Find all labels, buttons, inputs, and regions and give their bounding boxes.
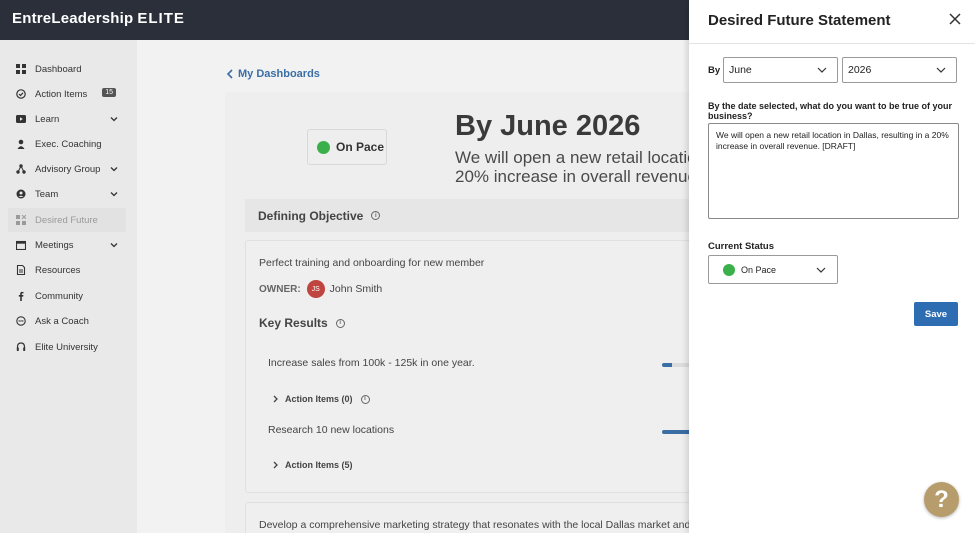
sidebar-item-label: Ask a Coach bbox=[35, 315, 89, 327]
key-results-header: Key Results i bbox=[259, 316, 345, 330]
chevron-down-icon[interactable] bbox=[110, 190, 118, 198]
sidebar-item-elite-university[interactable]: Elite University bbox=[8, 335, 126, 359]
action-items-label: Action Items (0) bbox=[285, 394, 353, 404]
section-title: Key Results bbox=[259, 316, 328, 330]
sidebar-item-label: Dashboard bbox=[35, 63, 82, 75]
chevron-down-icon[interactable] bbox=[110, 165, 118, 173]
sidebar-item-exec-coaching[interactable]: Exec. Coaching bbox=[8, 132, 126, 156]
sidebar-item-team[interactable]: Team bbox=[8, 182, 126, 206]
my-dashboards-link[interactable]: My Dashboards bbox=[226, 68, 320, 80]
sidebar-item-label: Action Items bbox=[35, 88, 88, 100]
status-dot-icon bbox=[317, 140, 330, 154]
info-icon[interactable]: i bbox=[360, 394, 370, 404]
owner-label: OWNER: bbox=[259, 283, 301, 295]
coaching-icon bbox=[16, 139, 26, 149]
group-icon bbox=[16, 164, 26, 174]
check-circle-icon bbox=[16, 89, 26, 99]
play-icon bbox=[16, 114, 26, 124]
sidebar-item-label: Elite University bbox=[35, 341, 98, 353]
info-icon[interactable]: i bbox=[371, 211, 381, 220]
chevron-left-icon bbox=[226, 69, 233, 79]
by-label: By bbox=[708, 65, 721, 76]
sidebar-item-meetings[interactable]: Meetings bbox=[8, 233, 126, 257]
current-status-label: Current Status bbox=[708, 241, 774, 252]
year-select[interactable]: 2026 bbox=[842, 57, 957, 83]
action-items-toggle[interactable]: Action Items (0) i bbox=[272, 394, 370, 404]
owner-name: John Smith bbox=[329, 283, 383, 295]
facebook-icon bbox=[16, 291, 26, 301]
team-icon bbox=[16, 189, 26, 199]
status-select[interactable]: On Pace bbox=[708, 255, 838, 284]
sidebar-item-label: Resources bbox=[35, 264, 81, 276]
chat-icon bbox=[16, 316, 26, 326]
logo-elite-text: ELITE bbox=[137, 10, 185, 27]
status-dot-icon bbox=[723, 263, 735, 276]
sidebar-item-resources[interactable]: Resources bbox=[8, 258, 126, 282]
sidebar-item-community[interactable]: Community bbox=[8, 284, 126, 308]
logo-main-text: EntreLeadership bbox=[12, 10, 134, 27]
sidebar-item-dashboard[interactable]: Dashboard bbox=[8, 57, 126, 81]
sidebar-item-label: Meetings bbox=[35, 239, 74, 251]
sidebar: Dashboard Action Items 15 Learn Exec. Co… bbox=[0, 40, 137, 533]
headset-icon bbox=[16, 342, 26, 352]
sidebar-item-ask-a-coach[interactable]: Ask a Coach bbox=[8, 309, 126, 333]
objective-text: Perfect training and onboarding for new … bbox=[259, 257, 485, 269]
action-items-toggle[interactable]: Action Items (5) bbox=[272, 460, 353, 470]
status-value: On Pace bbox=[741, 264, 777, 275]
count-badge: 15 bbox=[102, 88, 116, 97]
info-icon[interactable]: i bbox=[335, 318, 345, 328]
sidebar-item-advisory-group[interactable]: Advisory Group bbox=[8, 157, 126, 181]
avatar: JS bbox=[306, 280, 325, 298]
month-value: June bbox=[729, 64, 752, 76]
objective-text: Develop a comprehensive marketing strate… bbox=[259, 519, 722, 531]
close-icon[interactable] bbox=[949, 13, 961, 25]
sidebar-item-label: Learn bbox=[35, 113, 60, 125]
chevron-down-icon bbox=[816, 267, 826, 273]
document-icon bbox=[16, 265, 26, 275]
help-button[interactable]: ? bbox=[924, 482, 959, 517]
key-result-text: Increase sales from 100k - 125k in one y… bbox=[268, 357, 475, 369]
chevron-down-icon bbox=[817, 67, 827, 73]
status-label: On Pace bbox=[336, 140, 385, 154]
app-logo[interactable]: EntreLeadership ELITE bbox=[12, 10, 185, 27]
sidebar-item-label: Advisory Group bbox=[35, 163, 101, 175]
dashboard-icon bbox=[16, 64, 26, 74]
desired-future-statement-panel: Desired Future Statement By June 2026 By… bbox=[689, 0, 975, 533]
chevron-right-icon bbox=[273, 461, 278, 469]
sidebar-item-label: Community bbox=[35, 290, 84, 302]
sidebar-item-label: Team bbox=[35, 188, 59, 200]
month-select[interactable]: June bbox=[723, 57, 838, 83]
owner-row: OWNER: JS John Smith bbox=[259, 280, 382, 298]
panel-title: Desired Future Statement bbox=[708, 12, 891, 29]
sidebar-item-learn[interactable]: Learn bbox=[8, 107, 126, 131]
back-link-label: My Dashboards bbox=[238, 68, 320, 80]
sidebar-item-action-items[interactable]: Action Items 15 bbox=[8, 82, 126, 106]
sidebar-item-desired-future[interactable]: Desired Future bbox=[8, 208, 126, 232]
statement-question-label: By the date selected, what do you want t… bbox=[708, 101, 953, 121]
status-badge: On Pace bbox=[307, 129, 387, 165]
chevron-down-icon[interactable] bbox=[110, 115, 118, 123]
year-value: 2026 bbox=[848, 64, 872, 76]
page-title: By June 2026 bbox=[455, 110, 641, 142]
action-items-label: Action Items (5) bbox=[285, 460, 353, 470]
key-result-text: Research 10 new locations bbox=[268, 424, 395, 436]
chevron-right-icon bbox=[273, 395, 278, 403]
sidebar-item-label: Desired Future bbox=[35, 214, 98, 226]
divider bbox=[689, 43, 975, 44]
save-button[interactable]: Save bbox=[914, 302, 958, 326]
chevron-down-icon bbox=[936, 67, 946, 73]
statement-textarea[interactable]: We will open a new retail location in Da… bbox=[708, 123, 959, 219]
calendar-icon bbox=[16, 240, 26, 250]
progress-fill bbox=[662, 363, 672, 367]
desired-future-icon bbox=[16, 215, 26, 225]
chevron-down-icon[interactable] bbox=[110, 241, 118, 249]
section-title: Defining Objective bbox=[258, 208, 364, 223]
sidebar-item-label: Exec. Coaching bbox=[35, 138, 102, 150]
